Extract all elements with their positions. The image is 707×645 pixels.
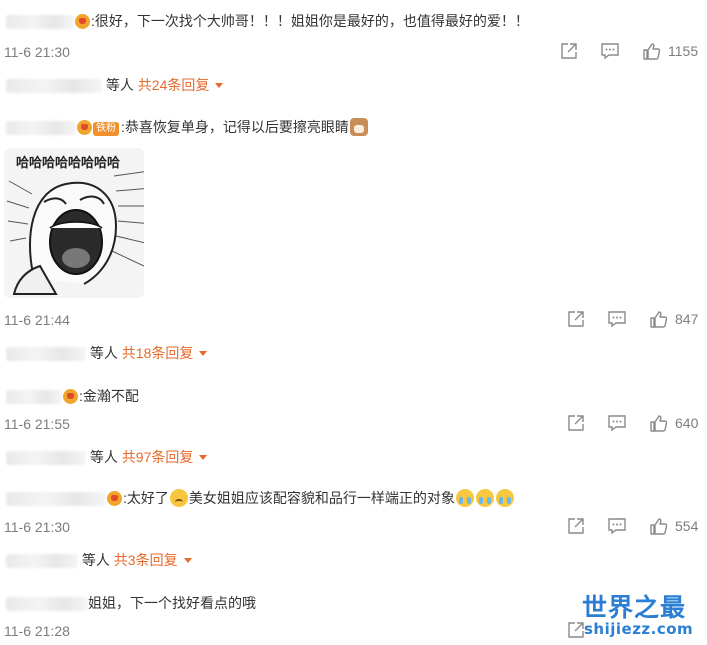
comment-icon[interactable]	[607, 517, 627, 535]
replies-count: 共18条回复	[121, 345, 194, 361]
thumbs-up-icon[interactable]	[642, 42, 662, 60]
replies-etc: 等人	[105, 77, 134, 93]
share-icon[interactable]	[567, 414, 585, 432]
thumbs-up-icon[interactable]	[649, 414, 669, 432]
blurred-usernames	[6, 554, 78, 569]
crying-face-emoji	[475, 489, 494, 507]
blurred-username[interactable]	[6, 121, 76, 136]
replies-count: 共24条回复	[137, 77, 210, 93]
caret-down-icon	[215, 83, 224, 88]
crying-face-emoji	[495, 489, 514, 507]
share-icon[interactable]	[560, 42, 578, 60]
watermark-title: 世界之最	[582, 593, 687, 622]
comment-icon[interactable]	[607, 414, 627, 432]
comment-1-row: :很好，下一次找个大帅哥！！！姐姐你是最好的，也值得最好的爱！！	[6, 12, 529, 30]
comment-text: 姐姐，下一个找好看点的哦	[88, 595, 256, 611]
caret-down-icon	[183, 558, 192, 563]
blurred-usernames	[6, 451, 86, 466]
fan-badge: 铁粉	[93, 122, 119, 136]
member-badge-icon	[107, 491, 122, 506]
replies-count: 共97条回复	[121, 449, 194, 465]
like-count: 1155	[668, 43, 699, 59]
member-badge-icon	[75, 14, 90, 29]
share-icon[interactable]	[567, 517, 585, 535]
blurred-username[interactable]	[6, 492, 106, 507]
share-icon[interactable]	[567, 310, 585, 328]
comment-icon[interactable]	[607, 310, 627, 328]
sad-face-emoji	[169, 489, 188, 507]
blurred-usernames	[6, 347, 86, 362]
replies-toggle[interactable]: 等人 共3条回复	[6, 551, 192, 569]
comment-actions: 1155	[560, 42, 698, 60]
member-badge-icon	[63, 389, 78, 404]
comment-actions: 640	[567, 414, 698, 432]
replies-toggle[interactable]: 等人 共24条回复	[6, 76, 224, 94]
comment-2-row: 铁粉:恭喜恢复单身，记得以后要擦亮眼睛	[6, 118, 369, 136]
comment-text: :金瀚不配	[79, 388, 139, 404]
comment-text-b: 美女姐姐应该配容貌和品行一样端正的对象	[188, 490, 455, 506]
watermark-domain: shijiezz.com	[584, 620, 694, 638]
comment-time: 11-6 21:28	[4, 623, 70, 639]
blurred-username[interactable]	[6, 15, 74, 30]
like-count: 847	[675, 311, 699, 327]
comment-5-row: 姐姐，下一个找好看点的哦	[6, 594, 256, 612]
comment-text: :恭喜恢复单身，记得以后要擦亮眼睛	[121, 119, 349, 135]
blurred-usernames	[6, 79, 102, 94]
comment-image[interactable]: 哈哈哈哈哈哈哈哈	[4, 148, 144, 298]
like-count: 554	[675, 518, 699, 534]
replies-toggle[interactable]: 等人 共18条回复	[6, 344, 208, 362]
cat-face-emoji	[349, 118, 368, 136]
comment-time: 11-6 21:30	[4, 44, 70, 60]
comment-actions: 554	[567, 517, 698, 535]
caret-down-icon	[199, 351, 208, 356]
member-badge-icon	[77, 120, 92, 135]
laughing-meme-drawing	[6, 171, 144, 295]
comment-4-row: :太好了 美女姐姐应该配容貌和品行一样端正的对象	[6, 489, 515, 507]
replies-etc: 等人	[81, 552, 110, 568]
replies-toggle[interactable]: 等人 共97条回复	[6, 448, 208, 466]
thumbs-up-icon[interactable]	[649, 310, 669, 328]
comment-3-row: :金瀚不配	[6, 387, 139, 405]
comment-text-a: :太好了	[123, 490, 169, 506]
caret-down-icon	[199, 455, 208, 460]
crying-face-emoji	[455, 489, 474, 507]
thumbs-up-icon[interactable]	[649, 517, 669, 535]
like-count: 640	[675, 415, 699, 431]
comment-icon[interactable]	[600, 42, 620, 60]
comment-actions: 847	[567, 310, 698, 328]
comment-time: 11-6 21:55	[4, 416, 70, 432]
replies-etc: 等人	[89, 345, 118, 361]
comment-text: :很好，下一次找个大帅哥！！！姐姐你是最好的，也值得最好的爱！！	[91, 13, 529, 29]
replies-count: 共3条回复	[113, 552, 178, 568]
replies-etc: 等人	[89, 449, 118, 465]
blurred-username[interactable]	[6, 390, 62, 405]
comment-time: 11-6 21:44	[4, 312, 70, 328]
blurred-username[interactable]	[6, 597, 88, 612]
comment-time: 11-6 21:30	[4, 519, 70, 535]
